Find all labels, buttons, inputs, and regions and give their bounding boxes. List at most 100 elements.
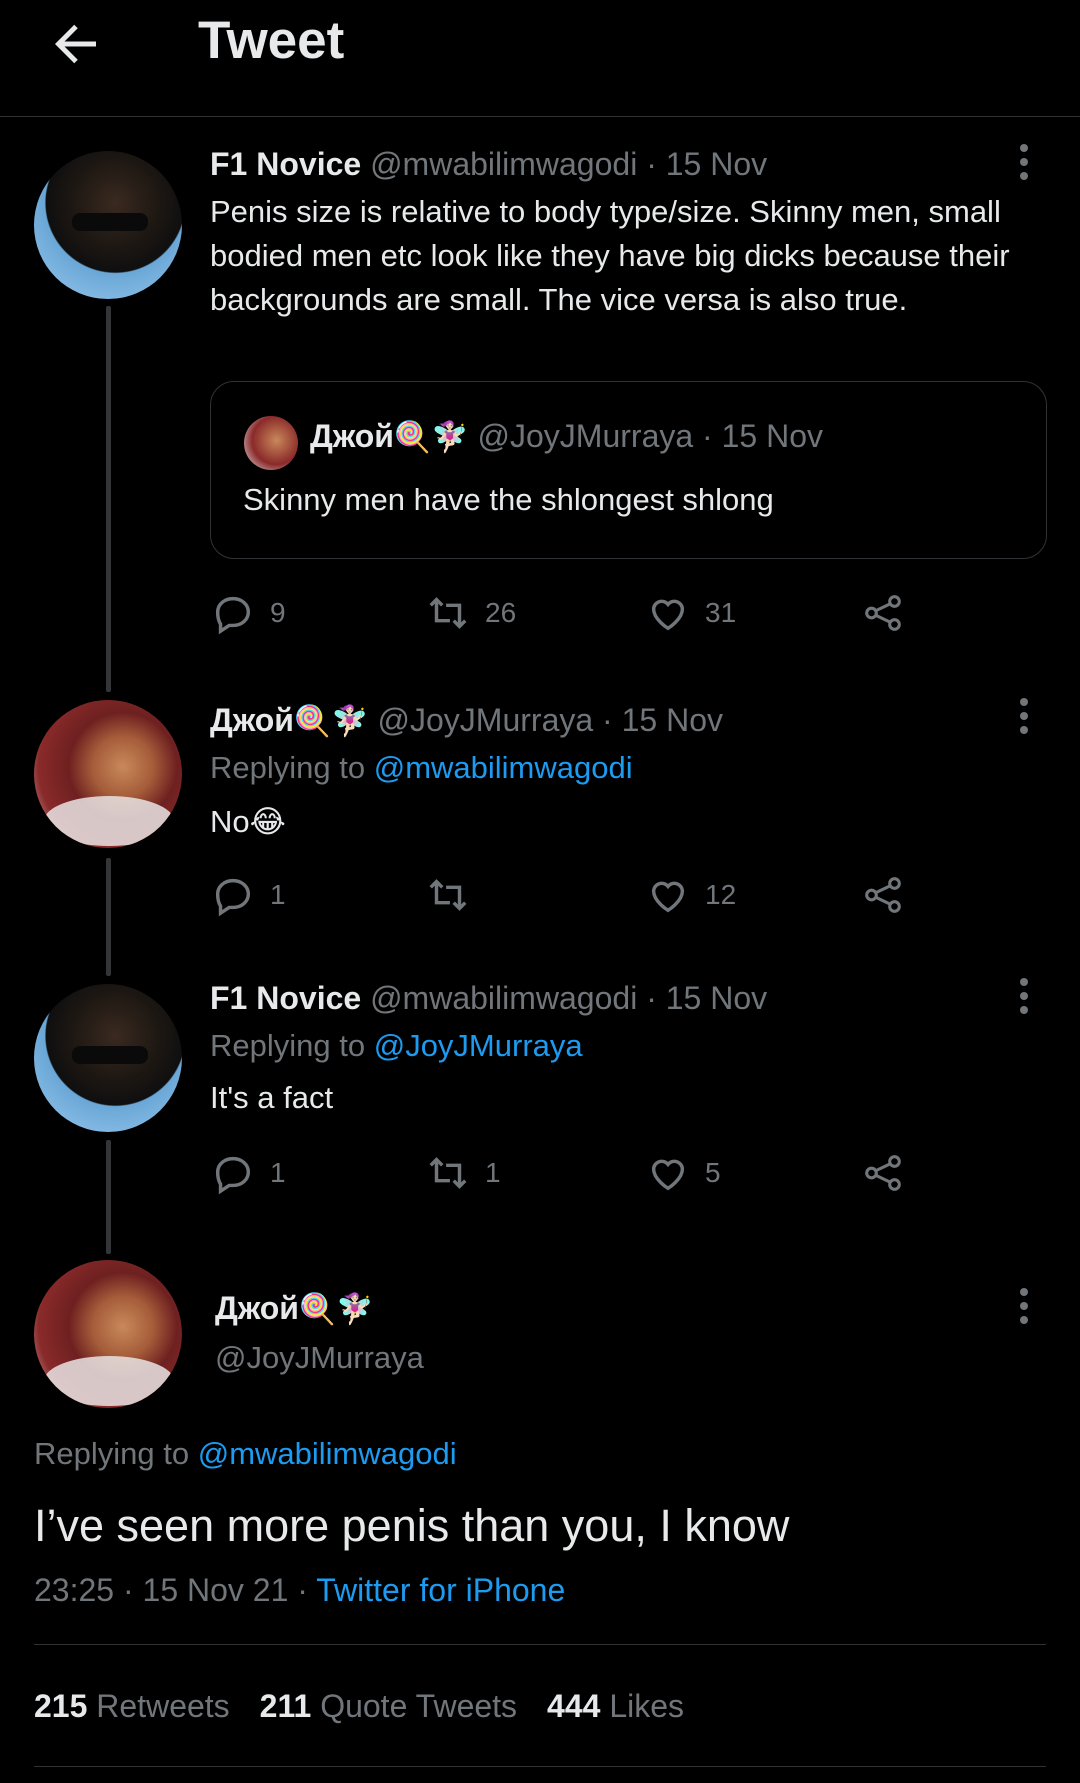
retweet-count: 1 xyxy=(485,1157,501,1188)
quoted-text: Skinny men have the shlongest shlong xyxy=(243,482,774,517)
quoted-tweet[interactable]: Джой🍭🧚🏻‍♀️ @JoyJMurraya · 15 Nov Skinny … xyxy=(210,381,1047,559)
engagement-stats: 215 Retweets 211 Quote Tweets 444 Likes xyxy=(34,1688,684,1725)
retweet-icon xyxy=(429,597,467,629)
tweet-actions: 1 12 xyxy=(210,870,1030,920)
retweets-stat[interactable]: 215 Retweets xyxy=(34,1688,230,1724)
share-button[interactable] xyxy=(860,1148,906,1198)
share-icon xyxy=(865,1155,901,1191)
reply-count: 1 xyxy=(270,879,286,910)
retweet-count: 26 xyxy=(485,597,517,628)
more-options-icon[interactable] xyxy=(1018,1288,1030,1328)
replying-to-link[interactable]: @mwabilimwagodi xyxy=(374,750,633,785)
likes-stat[interactable]: 444 Likes xyxy=(547,1688,684,1724)
heart-icon xyxy=(651,1159,685,1191)
avatar[interactable] xyxy=(34,700,182,848)
reply-button[interactable]: 1 xyxy=(210,870,286,920)
tweet-meta: F1 Novice @mwabilimwagodi · 15 Nov xyxy=(210,146,767,183)
more-options-icon[interactable] xyxy=(1018,144,1030,184)
reply-icon xyxy=(215,596,251,635)
author-name[interactable]: Джой xyxy=(210,702,294,738)
main-tweet-text: I’ve seen more penis than you, I know xyxy=(34,1500,790,1551)
retweet-icon xyxy=(429,879,467,911)
heart-icon xyxy=(651,881,685,913)
name-emoji: 🍭🧚🏻‍♀️ xyxy=(298,1293,374,1326)
reply-icon xyxy=(215,878,251,917)
quoted-meta: Джой🍭🧚🏻‍♀️ @JoyJMurraya · 15 Nov xyxy=(310,418,823,455)
tweet-actions: 9 26 31 xyxy=(210,588,1030,638)
like-count: 5 xyxy=(705,1157,721,1188)
likes-count: 444 xyxy=(547,1688,601,1724)
heart-icon xyxy=(651,599,685,631)
tweet-actions: 1 1 5 xyxy=(210,1148,1030,1198)
share-icon xyxy=(865,595,901,631)
replying-to-link[interactable]: @JoyJMurraya xyxy=(374,1028,583,1063)
reply-button[interactable]: 9 xyxy=(210,588,286,638)
author-handle: @mwabilimwagodi xyxy=(370,146,638,182)
quoted-author-handle: @JoyJMurraya xyxy=(477,418,694,454)
author-handle: @mwabilimwagodi xyxy=(370,980,638,1016)
reply-count: 9 xyxy=(270,597,286,628)
quoted-avatar xyxy=(244,416,298,470)
main-author-handle: @JoyJMurraya xyxy=(215,1340,424,1375)
avatar[interactable] xyxy=(34,984,182,1132)
replying-to: Replying to @mwabilimwagodi xyxy=(210,750,633,786)
thread-line xyxy=(106,1140,111,1254)
like-count: 31 xyxy=(705,597,737,628)
avatar[interactable] xyxy=(34,1260,182,1408)
author-name: Джой xyxy=(215,1290,299,1326)
author-handle: @JoyJMurraya xyxy=(377,702,594,738)
replying-to: Replying to @mwabilimwagodi xyxy=(34,1436,457,1472)
quoted-author-name: Джой xyxy=(310,418,394,454)
like-button[interactable]: 31 xyxy=(645,588,736,638)
retweet-button[interactable]: 26 xyxy=(425,588,516,638)
replying-label: Replying to xyxy=(34,1436,190,1471)
tweet-text: Penis size is relative to body type/size… xyxy=(210,194,1010,317)
retweet-icon xyxy=(429,1157,467,1189)
reply-count: 1 xyxy=(270,1157,286,1188)
author-name[interactable]: F1 Novice xyxy=(210,146,361,182)
like-button[interactable]: 5 xyxy=(645,1148,721,1198)
top-bar: Tweet xyxy=(0,0,1080,117)
retweet-button[interactable]: 1 xyxy=(425,1148,501,1198)
tweet-text: No😂 xyxy=(210,804,286,839)
retweet-button[interactable] xyxy=(425,870,485,920)
name-emoji: 🍭🧚🏻‍♀️ xyxy=(293,705,369,738)
quotes-stat[interactable]: 211 Quote Tweets xyxy=(260,1688,517,1724)
timestamp-text: 23:25 · 15 Nov 21 · xyxy=(34,1572,308,1608)
likes-label: Likes xyxy=(609,1688,685,1724)
reply-button[interactable]: 1 xyxy=(210,1148,286,1198)
page-title: Tweet xyxy=(198,11,345,70)
retweets-count: 215 xyxy=(34,1688,88,1724)
like-button[interactable]: 12 xyxy=(645,870,736,920)
main-author-name[interactable]: Джой🍭🧚🏻‍♀️ xyxy=(215,1290,374,1327)
avatar[interactable] xyxy=(34,151,182,299)
tweet-meta: F1 Novice @mwabilimwagodi · 15 Nov xyxy=(210,980,767,1017)
tweet-timestamp: 23:25 · 15 Nov 21 · Twitter for iPhone xyxy=(34,1572,565,1609)
more-options-icon[interactable] xyxy=(1018,698,1030,738)
tweet-meta: Джой🍭🧚🏻‍♀️ @JoyJMurraya · 15 Nov xyxy=(210,702,723,739)
quotes-label: Quote Tweets xyxy=(320,1688,518,1724)
source-link[interactable]: Twitter for iPhone xyxy=(316,1572,565,1608)
quoted-date: · 15 Nov xyxy=(702,418,823,454)
replying-label: Replying to xyxy=(210,1028,366,1063)
divider xyxy=(34,1766,1046,1767)
replying-label: Replying to xyxy=(210,750,366,785)
back-arrow-icon[interactable] xyxy=(46,14,106,74)
author-name[interactable]: F1 Novice xyxy=(210,980,361,1016)
share-icon xyxy=(865,877,901,913)
tweet-text: It's a fact xyxy=(210,1080,334,1115)
tweet-date: · 15 Nov xyxy=(646,980,768,1016)
divider xyxy=(34,1644,1046,1645)
thread-line xyxy=(106,306,111,692)
like-count: 12 xyxy=(705,879,737,910)
more-options-icon[interactable] xyxy=(1018,978,1030,1018)
tweet-date: · 15 Nov xyxy=(646,146,768,182)
share-button[interactable] xyxy=(860,870,906,920)
share-button[interactable] xyxy=(860,588,906,638)
tweet-date: · 15 Nov xyxy=(602,702,723,738)
reply-icon xyxy=(215,1156,251,1195)
quotes-count: 211 xyxy=(259,1688,312,1724)
name-emoji: 🍭🧚🏻‍♀️ xyxy=(393,421,469,454)
replying-to-link[interactable]: @mwabilimwagodi xyxy=(198,1436,457,1471)
replying-to: Replying to @JoyJMurraya xyxy=(210,1028,583,1064)
